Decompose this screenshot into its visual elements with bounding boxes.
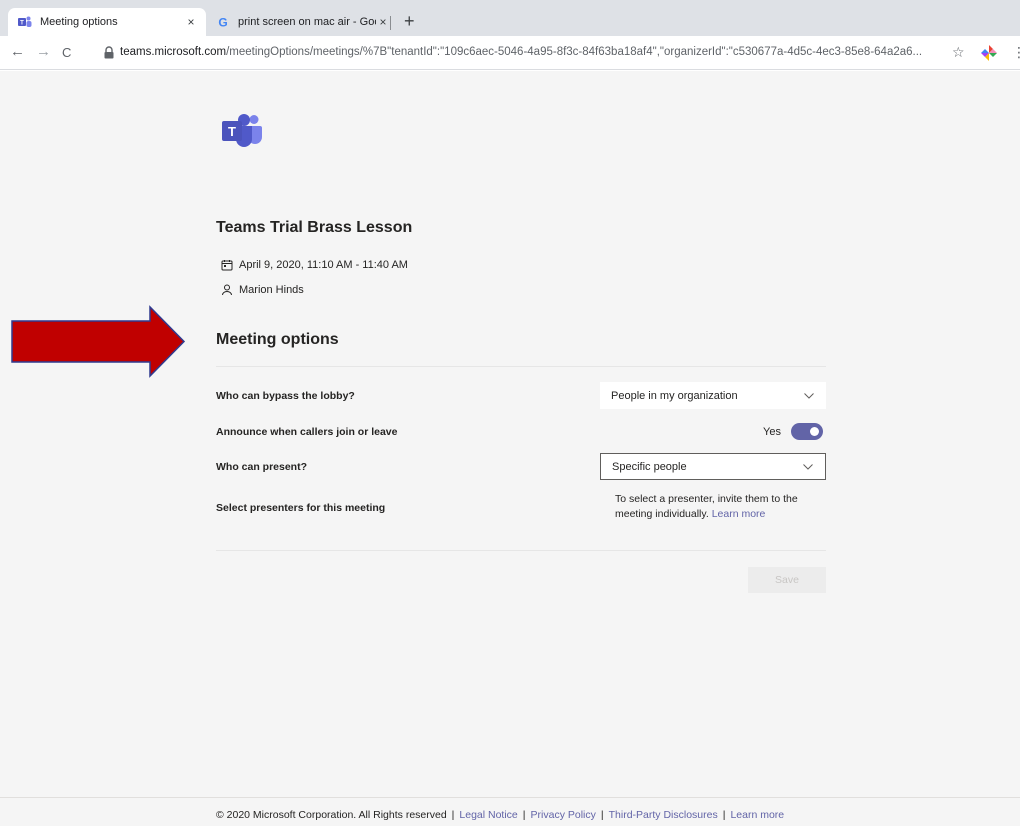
teams-icon: T <box>18 16 32 27</box>
meeting-organizer-row: Marion Hinds <box>221 284 304 296</box>
back-arrow-icon[interactable]: ← <box>10 44 25 60</box>
present-dropdown[interactable]: Specific people <box>600 453 826 480</box>
presenters-info: To select a presenter, invite them to th… <box>615 492 825 522</box>
legal-notice-link[interactable]: Legal Notice <box>459 809 517 821</box>
learn-more-link[interactable]: Learn more <box>712 508 766 520</box>
url-host: teams.microsoft.com <box>120 46 227 58</box>
teams-logo-icon: T <box>222 114 262 147</box>
footer-separator: | <box>451 809 455 821</box>
lobby-label: Who can bypass the lobby? <box>216 390 355 402</box>
meeting-date-row: April 9, 2020, 11:10 AM - 11:40 AM <box>221 259 408 271</box>
footer-separator: | <box>600 809 604 821</box>
close-tab-icon[interactable]: × <box>184 15 198 29</box>
svg-text:T: T <box>20 21 24 27</box>
announce-label: Announce when callers join or leave <box>216 426 398 438</box>
red-arrow-annotation <box>11 305 186 378</box>
section-divider <box>216 366 826 367</box>
extension-pinwheel-icon[interactable] <box>980 44 998 62</box>
footer-separator: | <box>522 809 526 821</box>
announce-toggle-label: Yes <box>763 426 781 438</box>
close-tab-icon[interactable]: × <box>376 15 390 29</box>
lobby-dropdown-value: People in my organization <box>611 389 738 402</box>
footer-links: © 2020 Microsoft Corporation. All Rights… <box>216 809 784 821</box>
url-path: /meetingOptions/meetings/%7B"tenantId":"… <box>226 46 923 58</box>
forward-arrow-icon[interactable]: → <box>36 44 51 60</box>
new-tab-button[interactable]: + <box>404 12 415 30</box>
tab-separator <box>390 16 391 30</box>
lobby-dropdown[interactable]: People in my organization <box>600 382 826 409</box>
present-dropdown-value: Specific people <box>612 460 687 473</box>
presenters-label: Select presenters for this meeting <box>216 502 386 514</box>
person-icon <box>222 284 232 296</box>
page-background <box>0 71 1020 826</box>
chevron-down-icon <box>804 392 814 399</box>
tab-meeting-options[interactable]: T Meeting options × <box>8 8 206 36</box>
tab-title: Meeting options <box>40 16 118 28</box>
calendar-icon <box>221 260 233 271</box>
chevron-down-icon <box>803 463 813 470</box>
presenters-info-text: To select a presenter, invite them to th… <box>615 493 798 520</box>
page-footer: © 2020 Microsoft Corporation. All Rights… <box>0 797 1020 826</box>
address-bar[interactable]: teams.microsoft.com/meetingOptions/meeti… <box>120 46 940 58</box>
present-label: Who can present? <box>216 461 308 473</box>
browser-menu-icon[interactable]: ⋮ <box>1012 44 1020 61</box>
svg-text:G: G <box>218 16 227 30</box>
footer-separator: | <box>722 809 726 821</box>
copyright-text: © 2020 Microsoft Corporation. All Rights… <box>216 809 447 821</box>
tab-title: print screen on mac air - Google <box>238 16 376 28</box>
meeting-options-heading: Meeting options <box>216 331 339 348</box>
meeting-title: Teams Trial Brass Lesson <box>216 219 413 236</box>
reload-icon[interactable]: C <box>62 45 71 61</box>
google-icon: G <box>218 16 227 30</box>
lock-icon[interactable] <box>104 46 114 59</box>
privacy-policy-link[interactable]: Privacy Policy <box>531 809 596 821</box>
section-divider <box>216 550 826 551</box>
browser-toolbar: ← → C teams.microsoft.com/meetingOptions… <box>0 36 1020 70</box>
bookmark-star-icon[interactable]: ☆ <box>952 44 965 61</box>
svg-text:T: T <box>228 124 236 139</box>
save-button[interactable]: Save <box>748 567 826 593</box>
meeting-date: April 9, 2020, 11:10 AM - 11:40 AM <box>239 259 408 271</box>
announce-toggle[interactable] <box>791 423 823 440</box>
third-party-disclosures-link[interactable]: Third-Party Disclosures <box>609 809 718 821</box>
footer-learn-more-link[interactable]: Learn more <box>730 809 784 821</box>
meeting-organizer: Marion Hinds <box>239 284 304 296</box>
toggle-knob <box>810 427 819 436</box>
tab-google-search[interactable]: G print screen on mac air - Google × <box>208 8 398 36</box>
browser-tabstrip: T Meeting options × G print screen on ma… <box>0 0 1020 36</box>
